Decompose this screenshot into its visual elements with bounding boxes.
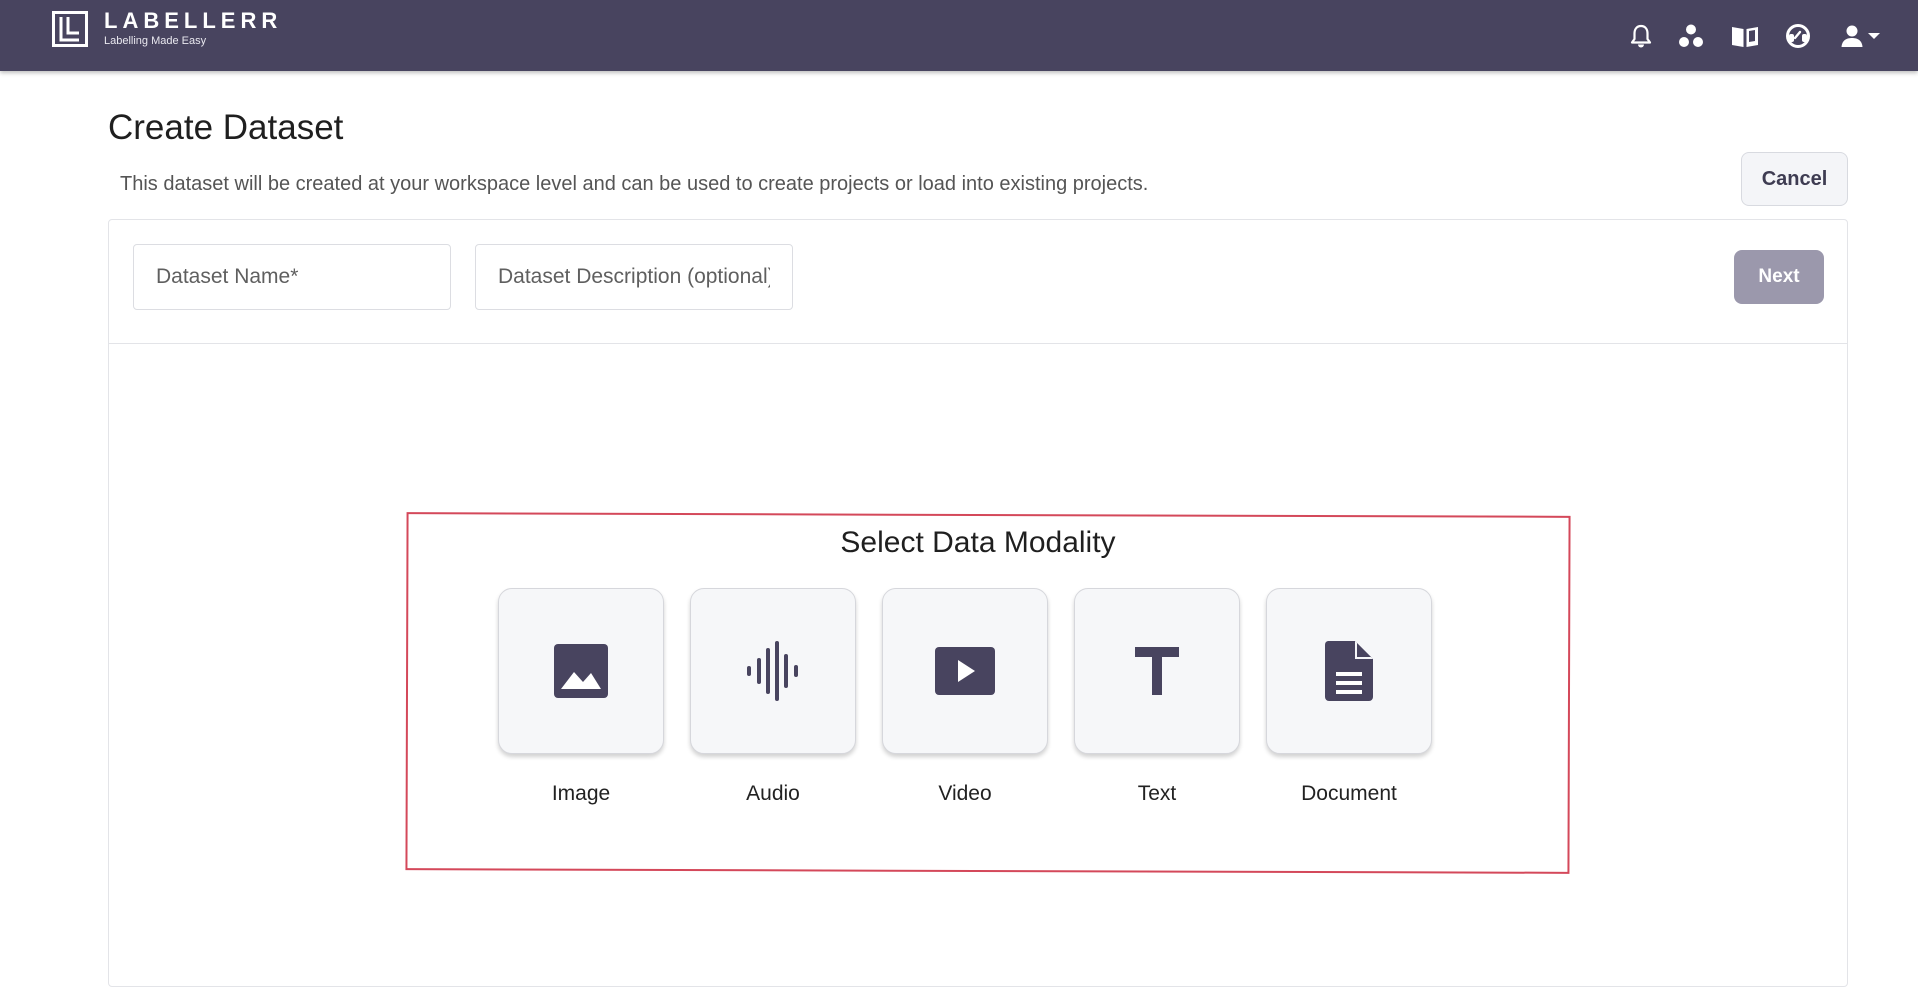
support-icon[interactable] bbox=[1782, 20, 1814, 52]
team-icon[interactable] bbox=[1675, 20, 1707, 52]
top-navbar: LABELLERR Labelling Made Easy bbox=[0, 0, 1918, 71]
caret-down-icon[interactable] bbox=[1864, 20, 1884, 52]
modality-title: Select Data Modality bbox=[840, 526, 1116, 559]
modality-card-image[interactable] bbox=[498, 588, 664, 754]
modality-label-image: Image bbox=[551, 782, 611, 805]
modality-card-audio[interactable] bbox=[690, 588, 856, 754]
modality-label-document: Document bbox=[1301, 782, 1397, 805]
dataset-name-input[interactable] bbox=[133, 244, 451, 310]
modality-label-video: Video bbox=[938, 782, 992, 805]
next-button[interactable]: Next bbox=[1734, 250, 1824, 304]
modality-card-text[interactable] bbox=[1074, 588, 1240, 754]
audio-waveform-icon bbox=[747, 641, 798, 701]
page-subtitle: This dataset will be created at your wor… bbox=[120, 173, 1149, 195]
modality-card-video[interactable] bbox=[882, 588, 1048, 754]
page-title: Create Dataset bbox=[108, 108, 344, 147]
modality-card-document[interactable] bbox=[1266, 588, 1432, 754]
cancel-button[interactable]: Cancel bbox=[1741, 152, 1848, 206]
bell-icon[interactable] bbox=[1625, 20, 1657, 52]
text-t-icon bbox=[1135, 647, 1179, 695]
form-header: Next bbox=[109, 220, 1847, 344]
modality-label-text: Text bbox=[1137, 782, 1177, 805]
dataset-description-input[interactable] bbox=[475, 244, 793, 310]
book-icon[interactable] bbox=[1729, 20, 1761, 52]
modality-label-audio: Audio bbox=[746, 782, 800, 805]
document-icon bbox=[1324, 641, 1373, 701]
video-play-icon bbox=[935, 647, 995, 695]
image-icon bbox=[554, 644, 608, 698]
